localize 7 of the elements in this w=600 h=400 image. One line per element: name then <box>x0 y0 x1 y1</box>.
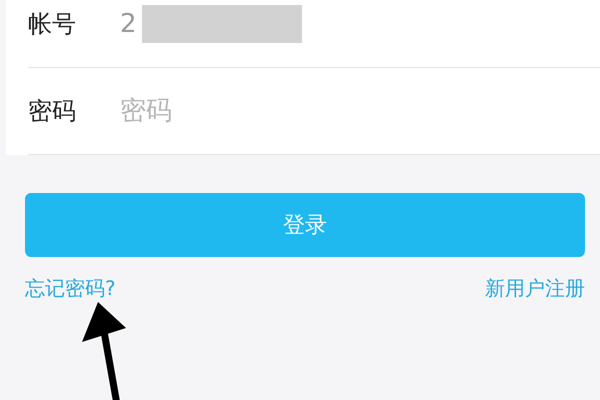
input-field[interactable]: 密码 <box>120 96 600 126</box>
forgot-password-link[interactable]: 忘记密码? <box>25 275 116 302</box>
login-button[interactable]: 登录 <box>25 193 585 257</box>
field-label: 密码 <box>28 96 77 127</box>
input-field[interactable]: 2 <box>120 8 600 38</box>
register-link[interactable]: 新用户注册 <box>485 275 585 302</box>
field-label: 帐号 <box>28 8 77 40</box>
